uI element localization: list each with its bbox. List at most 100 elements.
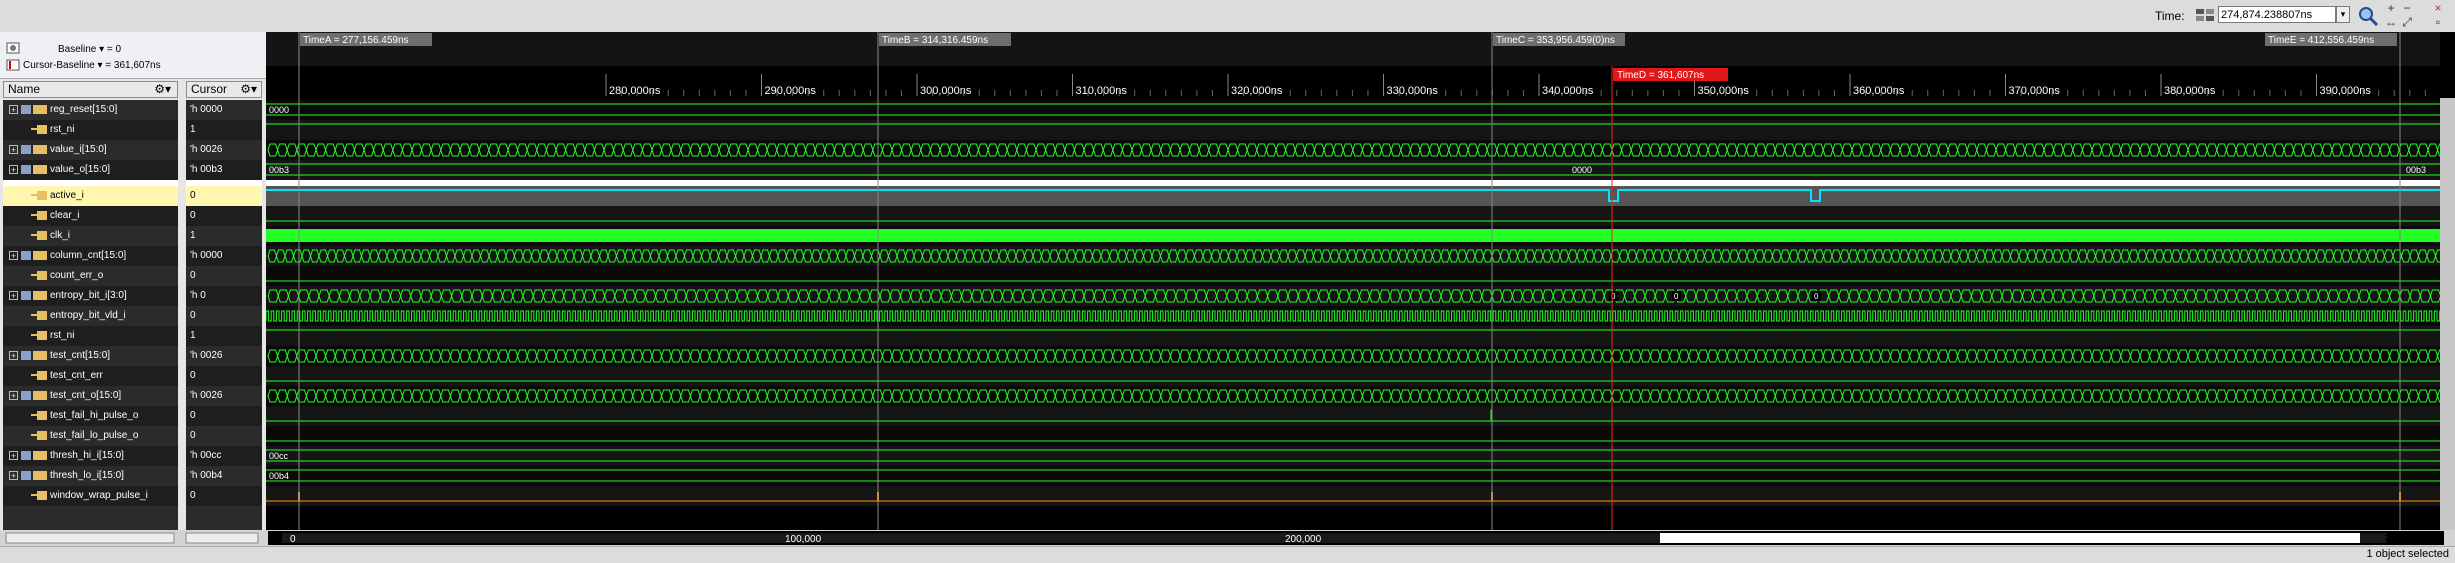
cursor-column-header[interactable]: Cursor ⚙▾ (186, 81, 262, 98)
signal-name: thresh_hi_i[15:0] (50, 450, 124, 461)
expand-icon[interactable]: + (9, 391, 18, 401)
vertical-scrollbar[interactable] (2440, 98, 2455, 530)
signal-value-row[interactable]: 1 (186, 120, 262, 140)
time-icon[interactable] (2195, 7, 2215, 23)
signal-name: test_cnt_o[15:0] (50, 390, 122, 401)
cursor-label[interactable]: TimeD = 361,607ns (1617, 70, 1704, 81)
signal-row[interactable]: + value_i[15:0] (3, 140, 178, 160)
overview-scrollbar[interactable]: 0 100,000 200,000 716.459ns (0, 530, 2455, 546)
signal-name: column_cnt[15:0] (50, 250, 127, 261)
signal-row[interactable]: + reg_reset[15:0] (3, 100, 178, 120)
zoom-fit-icon[interactable]: ↔ (2383, 16, 2399, 30)
zoom-minus-icon[interactable]: − (2399, 2, 2415, 16)
zoom-plus-icon[interactable]: + (2383, 2, 2399, 16)
zoom-full-icon[interactable]: ⤢ (2399, 16, 2415, 30)
signal-icon (31, 411, 47, 420)
bus-value-label: 00cc (269, 451, 289, 461)
time-marker-label[interactable]: TimeA = 277,156.459ns (303, 35, 409, 46)
signal-name: rst_ni (50, 330, 75, 341)
signal-value-row[interactable]: 0 (186, 206, 262, 226)
waveform-view[interactable]: 280,000ns 290,000ns 300,000ns 310,000ns 320,… (266, 32, 2455, 530)
time-input[interactable] (2218, 6, 2336, 23)
signal-value-row[interactable]: 'h 00cc (186, 446, 262, 466)
signal-value: 'h 0000 (190, 250, 223, 261)
cursor-baseline-icon[interactable] (6, 59, 20, 71)
signal-value: 0 (190, 370, 196, 381)
group-separator (266, 180, 2440, 186)
signal-row[interactable]: + entropy_bit_i[3:0] (3, 286, 178, 306)
signal-value-row[interactable]: 0 (186, 306, 262, 326)
overview-end: 716.459ns (2384, 534, 2431, 545)
signal-name: window_wrap_pulse_i (50, 490, 148, 501)
signal-name: rst_ni (50, 124, 75, 135)
signal-value-row[interactable]: 'h 0026 (186, 140, 262, 160)
signal-value-row[interactable]: 0 (186, 186, 262, 206)
signal-icon (31, 311, 47, 320)
time-dropdown-button[interactable]: ▾ (2336, 6, 2350, 23)
cursor-baseline-value[interactable]: Cursor-Baseline ▾ = 361,607ns (23, 60, 161, 71)
signal-value: 'h 00b4 (190, 470, 223, 481)
signal-value-row[interactable]: 0 (186, 426, 262, 446)
time-marker-label[interactable]: TimeB = 314,316.459ns (882, 35, 988, 46)
signal-row[interactable]: + test_cnt_o[15:0] (3, 386, 178, 406)
time-marker-label[interactable]: TimeE = 412,556.459ns (2268, 35, 2374, 46)
zoom-in-icon[interactable] (2357, 5, 2379, 27)
signal-row[interactable]: rst_ni (3, 326, 178, 346)
signal-row[interactable]: test_fail_hi_pulse_o (3, 406, 178, 426)
signal-value-row[interactable]: 'h 0000 (186, 100, 262, 120)
wave-row-bg (266, 366, 2440, 386)
value-hscroll[interactable] (185, 532, 259, 544)
signal-row[interactable]: clk_i (3, 226, 178, 246)
signal-value-row[interactable]: 'h 0 (186, 286, 262, 306)
restore-icon[interactable]: ▫ (2430, 16, 2446, 30)
signal-value-row[interactable]: 'h 00b4 (186, 466, 262, 486)
signal-row[interactable]: count_err_o (3, 266, 178, 286)
baseline-icon[interactable] (6, 42, 20, 54)
signal-value: 'h 00b3 (190, 164, 223, 175)
signal-value-row[interactable]: 0 (186, 266, 262, 286)
signal-value-row[interactable]: 0 (186, 366, 262, 386)
signal-name: active_i (50, 190, 84, 201)
expand-icon[interactable]: + (9, 471, 18, 481)
signal-value-row[interactable]: 1 (186, 326, 262, 346)
signal-row[interactable]: + column_cnt[15:0] (3, 246, 178, 266)
expand-icon[interactable]: + (9, 451, 18, 461)
signal-row[interactable]: window_wrap_pulse_i (3, 486, 178, 506)
expand-icon[interactable]: + (9, 145, 18, 155)
overview-thumb[interactable] (1660, 533, 2360, 543)
name-column-header[interactable]: Name ⚙▾ (3, 81, 178, 98)
gear-icon[interactable]: ⚙▾ (154, 82, 171, 97)
signal-value-row[interactable]: 0 (186, 406, 262, 426)
signal-value-row[interactable]: 'h 0026 (186, 346, 262, 366)
time-marker-label[interactable]: TimeC = 353,956.459(0)ns (1496, 35, 1615, 46)
gear-icon[interactable]: ⚙▾ (240, 82, 257, 97)
expand-icon[interactable]: + (9, 351, 18, 361)
signal-row[interactable]: + test_cnt[15:0] (3, 346, 178, 366)
signal-value-row[interactable]: 'h 0000 (186, 246, 262, 266)
bus-signal-icon (21, 251, 47, 260)
name-hscroll[interactable] (5, 532, 175, 544)
signal-row[interactable]: + value_o[15:0] (3, 160, 178, 180)
expand-icon[interactable]: + (9, 165, 18, 175)
expand-icon[interactable]: + (9, 105, 18, 115)
signal-name: value_i[15:0] (50, 144, 107, 155)
signal-row[interactable]: test_fail_lo_pulse_o (3, 426, 178, 446)
signal-row[interactable]: test_cnt_err (3, 366, 178, 386)
signal-value-row[interactable]: 0 (186, 486, 262, 506)
signal-value-row[interactable]: 1 (186, 226, 262, 246)
signal-value: 0 (190, 310, 196, 321)
baseline-value[interactable]: Baseline ▾ = 0 (58, 44, 121, 55)
signal-row[interactable]: rst_ni (3, 120, 178, 140)
signal-row[interactable]: + thresh_hi_i[15:0] (3, 446, 178, 466)
signal-row[interactable]: + thresh_lo_i[15:0] (3, 466, 178, 486)
signal-row[interactable]: active_i (3, 186, 178, 206)
signal-value-row[interactable]: 'h 0026 (186, 386, 262, 406)
expand-icon[interactable]: + (9, 291, 18, 301)
close-icon[interactable]: × (2430, 2, 2446, 16)
signal-row[interactable]: clear_i (3, 206, 178, 226)
signal-value-row[interactable]: 'h 00b3 (186, 160, 262, 180)
expand-icon[interactable]: + (9, 251, 18, 261)
bus-value-label: 00b3 (269, 165, 289, 175)
signal-row[interactable]: entropy_bit_vld_i (3, 306, 178, 326)
signal-name: count_err_o (50, 270, 104, 281)
